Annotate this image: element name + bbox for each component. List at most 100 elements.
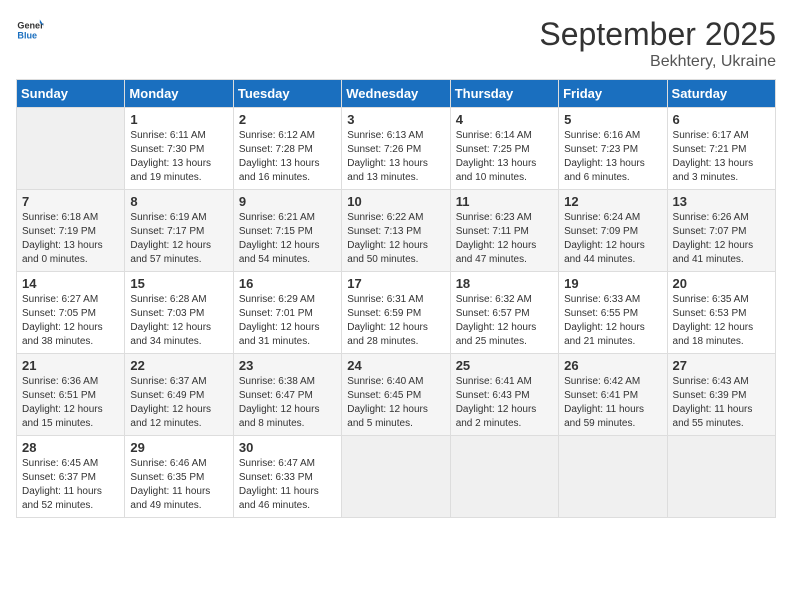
cell-info: Sunrise: 6:32 AMSunset: 6:57 PMDaylight:…	[456, 293, 553, 349]
day-number: 2	[239, 112, 336, 127]
calendar-week-row: 7 Sunrise: 6:18 AMSunset: 7:19 PMDaylight…	[17, 190, 776, 272]
calendar-cell	[17, 108, 125, 190]
calendar-cell: 18Sunrise: 6:32 AMSunset: 6:57 PMDayligh…	[450, 272, 558, 354]
day-number: 22	[130, 358, 227, 373]
cell-info: Sunrise: 6:24 AMSunset: 7:09 PMDaylight:…	[564, 211, 661, 267]
cell-info: Sunrise: 6:23 AMSunset: 7:11 PMDaylight:…	[456, 211, 553, 267]
cell-info: Sunrise: 6:37 AMSunset: 6:49 PMDaylight:…	[130, 375, 227, 431]
calendar-cell: 17 Sunrise: 6:31 AMSunset: 6:59 PMDayligh…	[342, 272, 450, 354]
calendar-cell: 25Sunrise: 6:41 AMSunset: 6:43 PMDayligh…	[450, 354, 558, 436]
title-area: September 2025 Bekhtery, Ukraine	[539, 16, 776, 71]
cell-info: Sunrise: 6:19 AMSunset: 7:17 PMDaylight:…	[130, 211, 227, 267]
calendar-cell	[667, 436, 775, 518]
day-number: 17	[347, 276, 444, 291]
calendar-cell: 1Sunrise: 6:11 AMSunset: 7:30 PMDaylight…	[125, 108, 233, 190]
cell-info: Sunrise: 6:26 AMSunset: 7:07 PMDaylight:…	[673, 211, 770, 267]
cell-info: Sunrise: 6:31 AMSunset: 6:59 PMDaylight:…	[347, 293, 444, 349]
calendar-week-row: 14 Sunrise: 6:27 AMSunset: 7:05 PMDayligh…	[17, 272, 776, 354]
day-number: 8	[130, 194, 227, 209]
calendar-cell: 30 Sunrise: 6:47 AMSunset: 6:33 PMDayligh…	[233, 436, 341, 518]
day-number: 27	[673, 358, 770, 373]
calendar-cell: 9Sunrise: 6:21 AMSunset: 7:15 PMDaylight…	[233, 190, 341, 272]
calendar-cell: 16Sunrise: 6:29 AMSunset: 7:01 PMDayligh…	[233, 272, 341, 354]
logo-icon: General Blue	[16, 16, 44, 44]
column-header-tuesday: Tuesday	[233, 80, 341, 108]
day-number: 4	[456, 112, 553, 127]
day-number: 12	[564, 194, 661, 209]
calendar-cell: 29 Sunrise: 6:46 AMSunset: 6:35 PMDayligh…	[125, 436, 233, 518]
day-number: 10	[347, 194, 444, 209]
calendar-cell: 13 Sunrise: 6:26 AMSunset: 7:07 PMDayligh…	[667, 190, 775, 272]
calendar-cell: 21 Sunrise: 6:36 AMSunset: 6:51 PMDayligh…	[17, 354, 125, 436]
cell-info: Sunrise: 6:28 AMSunset: 7:03 PMDaylight:…	[130, 293, 227, 349]
column-header-friday: Friday	[559, 80, 667, 108]
calendar-cell: 20 Sunrise: 6:35 AMSunset: 6:53 PMDayligh…	[667, 272, 775, 354]
cell-info: Sunrise: 6:38 AMSunset: 6:47 PMDaylight:…	[239, 375, 336, 431]
logo: General Blue	[16, 16, 44, 44]
calendar-cell: 3 Sunrise: 6:13 AMSunset: 7:26 PMDaylight…	[342, 108, 450, 190]
column-header-saturday: Saturday	[667, 80, 775, 108]
calendar-cell: 12 Sunrise: 6:24 AMSunset: 7:09 PMDayligh…	[559, 190, 667, 272]
month-title: September 2025	[539, 16, 776, 53]
calendar-cell: 11 Sunrise: 6:23 AMSunset: 7:11 PMDayligh…	[450, 190, 558, 272]
cell-info: Sunrise: 6:36 AMSunset: 6:51 PMDaylight:…	[22, 375, 119, 431]
cell-info: Sunrise: 6:17 AMSunset: 7:21 PMDaylight:…	[673, 129, 770, 185]
day-number: 24	[347, 358, 444, 373]
column-header-thursday: Thursday	[450, 80, 558, 108]
cell-info: Sunrise: 6:27 AMSunset: 7:05 PMDaylight:…	[22, 293, 119, 349]
cell-info: Sunrise: 6:45 AMSunset: 6:37 PMDaylight:…	[22, 457, 119, 513]
day-header-row: SundayMondayTuesdayWednesdayThursdayFrid…	[17, 80, 776, 108]
day-number: 19	[564, 276, 661, 291]
day-number: 26	[564, 358, 661, 373]
calendar-cell: 7 Sunrise: 6:18 AMSunset: 7:19 PMDaylight…	[17, 190, 125, 272]
calendar-cell: 15 Sunrise: 6:28 AMSunset: 7:03 PMDayligh…	[125, 272, 233, 354]
column-header-monday: Monday	[125, 80, 233, 108]
calendar-cell	[342, 436, 450, 518]
day-number: 7	[22, 194, 119, 209]
cell-info: Sunrise: 6:35 AMSunset: 6:53 PMDaylight:…	[673, 293, 770, 349]
cell-info: Sunrise: 6:42 AMSunset: 6:41 PMDaylight:…	[564, 375, 661, 431]
calendar-cell	[559, 436, 667, 518]
day-number: 30	[239, 440, 336, 455]
day-number: 14	[22, 276, 119, 291]
day-number: 15	[130, 276, 227, 291]
calendar-week-row: 1Sunrise: 6:11 AMSunset: 7:30 PMDaylight…	[17, 108, 776, 190]
svg-text:Blue: Blue	[17, 30, 37, 40]
calendar-cell: 5Sunrise: 6:16 AMSunset: 7:23 PMDaylight…	[559, 108, 667, 190]
day-number: 23	[239, 358, 336, 373]
day-number: 9	[239, 194, 336, 209]
cell-info: Sunrise: 6:40 AMSunset: 6:45 PMDaylight:…	[347, 375, 444, 431]
calendar-table: SundayMondayTuesdayWednesdayThursdayFrid…	[16, 79, 776, 518]
cell-info: Sunrise: 6:41 AMSunset: 6:43 PMDaylight:…	[456, 375, 553, 431]
day-number: 28	[22, 440, 119, 455]
day-number: 20	[673, 276, 770, 291]
cell-info: Sunrise: 6:43 AMSunset: 6:39 PMDaylight:…	[673, 375, 770, 431]
calendar-cell: 8 Sunrise: 6:19 AMSunset: 7:17 PMDaylight…	[125, 190, 233, 272]
cell-info: Sunrise: 6:18 AMSunset: 7:19 PMDaylight:…	[22, 211, 119, 267]
calendar-cell: 27 Sunrise: 6:43 AMSunset: 6:39 PMDayligh…	[667, 354, 775, 436]
calendar-cell: 26 Sunrise: 6:42 AMSunset: 6:41 PMDayligh…	[559, 354, 667, 436]
calendar-cell: 28 Sunrise: 6:45 AMSunset: 6:37 PMDayligh…	[17, 436, 125, 518]
column-header-sunday: Sunday	[17, 80, 125, 108]
day-number: 13	[673, 194, 770, 209]
cell-info: Sunrise: 6:12 AMSunset: 7:28 PMDaylight:…	[239, 129, 336, 185]
cell-info: Sunrise: 6:13 AMSunset: 7:26 PMDaylight:…	[347, 129, 444, 185]
calendar-cell: 23 Sunrise: 6:38 AMSunset: 6:47 PMDayligh…	[233, 354, 341, 436]
day-number: 3	[347, 112, 444, 127]
calendar-cell: 22 Sunrise: 6:37 AMSunset: 6:49 PMDayligh…	[125, 354, 233, 436]
cell-info: Sunrise: 6:33 AMSunset: 6:55 PMDaylight:…	[564, 293, 661, 349]
calendar-cell: 6Sunrise: 6:17 AMSunset: 7:21 PMDaylight…	[667, 108, 775, 190]
calendar-week-row: 21 Sunrise: 6:36 AMSunset: 6:51 PMDayligh…	[17, 354, 776, 436]
day-number: 16	[239, 276, 336, 291]
day-number: 11	[456, 194, 553, 209]
calendar-cell: 4 Sunrise: 6:14 AMSunset: 7:25 PMDaylight…	[450, 108, 558, 190]
cell-info: Sunrise: 6:47 AMSunset: 6:33 PMDaylight:…	[239, 457, 336, 513]
calendar-cell: 2 Sunrise: 6:12 AMSunset: 7:28 PMDaylight…	[233, 108, 341, 190]
page-header: General Blue September 2025 Bekhtery, Uk…	[16, 16, 776, 71]
cell-info: Sunrise: 6:46 AMSunset: 6:35 PMDaylight:…	[130, 457, 227, 513]
cell-info: Sunrise: 6:14 AMSunset: 7:25 PMDaylight:…	[456, 129, 553, 185]
cell-info: Sunrise: 6:16 AMSunset: 7:23 PMDaylight:…	[564, 129, 661, 185]
calendar-cell: 19 Sunrise: 6:33 AMSunset: 6:55 PMDayligh…	[559, 272, 667, 354]
day-number: 21	[22, 358, 119, 373]
day-number: 29	[130, 440, 227, 455]
